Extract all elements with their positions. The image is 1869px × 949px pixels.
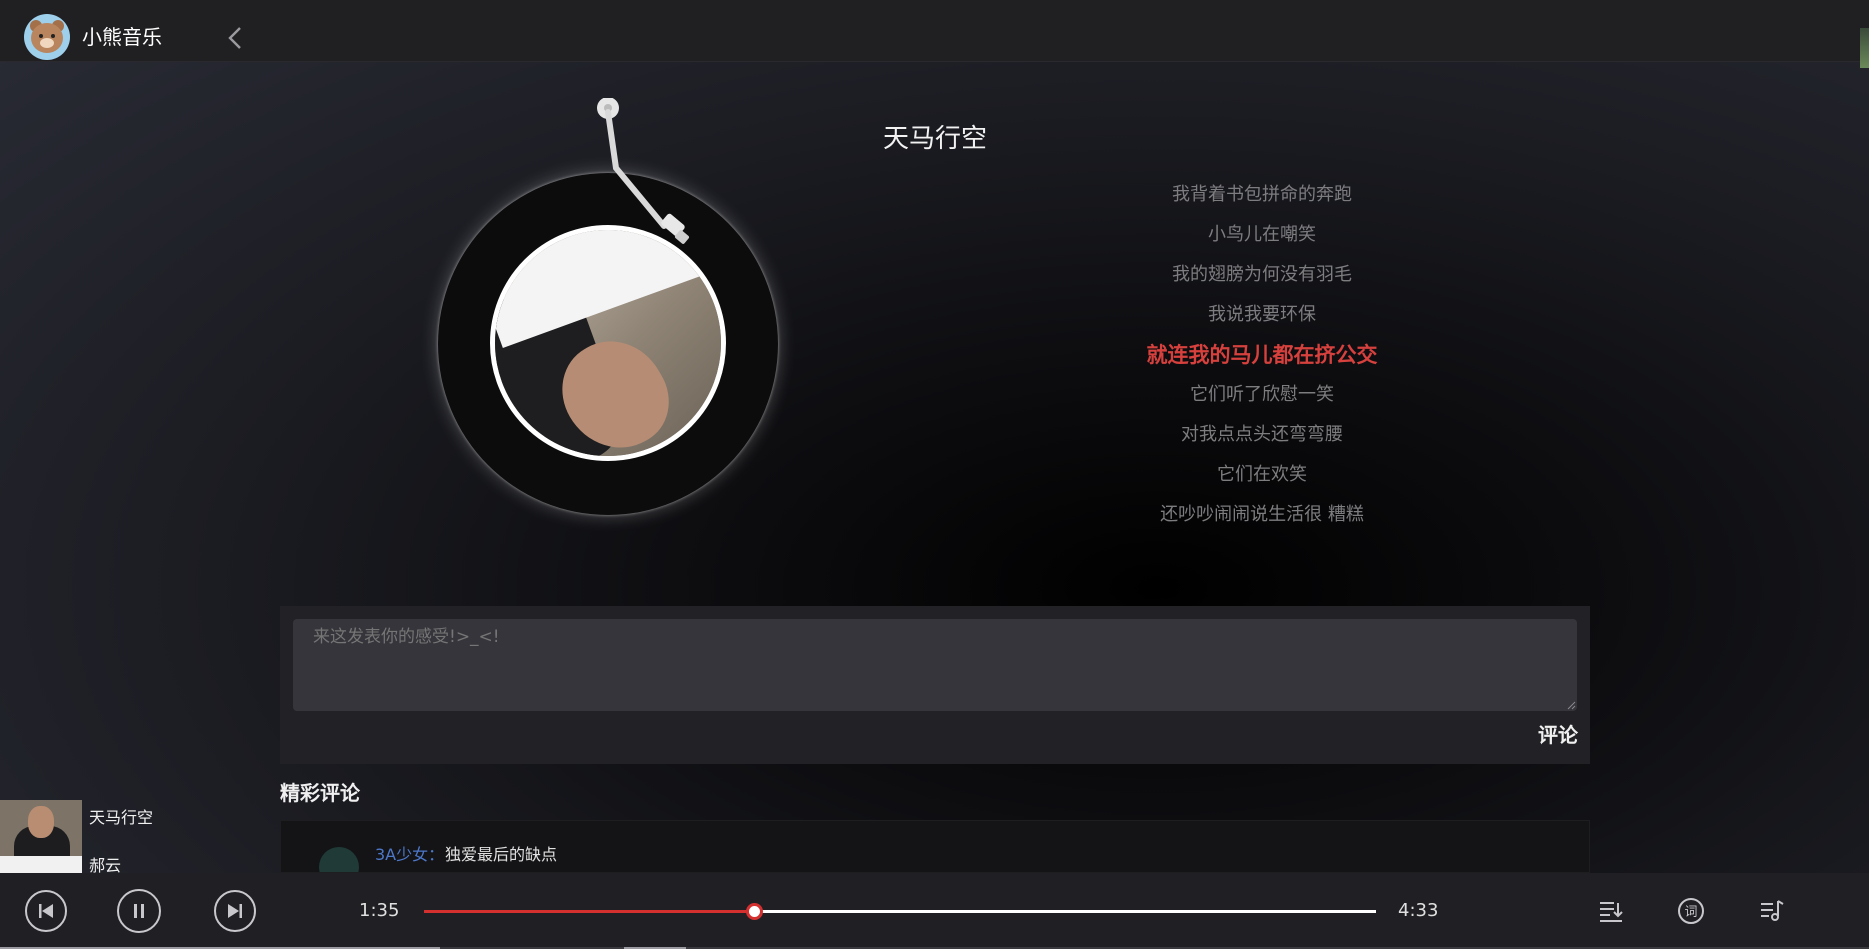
mini-playlist-title: 郝云 [89, 856, 122, 873]
skip-next-icon [228, 904, 242, 918]
lyrics-panel: 我背着书包拼命的奔跑 小鸟儿在嘲笑 我的翅膀为何没有羽毛 我说我要环保 就连我的马儿都在… [1062, 180, 1462, 540]
lyric-line[interactable]: 小鸟儿在嘲笑 [1062, 220, 1462, 260]
lyric-line[interactable]: 还吵吵闹闹说生活很 糟糕 [1062, 500, 1462, 540]
pause-icon [134, 904, 144, 918]
lyric-line[interactable]: 对我点点头还弯弯腰 [1062, 420, 1462, 460]
lyrics-icon[interactable]: 词 [1677, 897, 1705, 925]
total-time: 4:33 [1398, 900, 1439, 921]
comment-text: 独爱最后的缺点 [445, 845, 558, 864]
comment-input[interactable] [293, 619, 1577, 711]
album-cover [490, 225, 726, 461]
lyric-line[interactable]: 我说我要环保 [1062, 300, 1462, 340]
mini-album-thumb [0, 800, 82, 856]
skip-next-button[interactable] [214, 890, 256, 932]
comment-submit-button[interactable]: 评论 [1538, 722, 1578, 748]
mini-album-thumb [0, 856, 82, 873]
mini-playlist-title: 天马行空 [89, 808, 154, 827]
player-bar: 1:35 4:33 词 [0, 873, 1869, 949]
music-queue-icon[interactable] [1757, 897, 1785, 925]
lyric-line[interactable]: 我背着书包拼命的奔跑 [1062, 180, 1462, 220]
progress-fill [424, 910, 756, 913]
mini-playlist-item[interactable]: 郝云 [0, 856, 270, 873]
progress-slider[interactable] [424, 903, 1376, 920]
comment-username[interactable]: 3A少女： [375, 845, 444, 865]
comment-panel: 评论 [280, 606, 1590, 764]
skip-previous-icon [39, 904, 53, 918]
song-title: 天马行空 [883, 124, 988, 154]
resize-grip-icon[interactable] [1566, 700, 1576, 710]
bear-avatar-icon[interactable] [24, 14, 70, 60]
app-header: 小熊音乐 [0, 0, 1869, 68]
mini-playlist-item[interactable]: 天马行空 [0, 800, 270, 856]
hot-comments-list: 3A少女： 独爱最后的缺点 [280, 820, 1590, 873]
progress-handle[interactable] [746, 903, 764, 920]
avatar[interactable] [319, 847, 359, 872]
svg-text:词: 词 [1684, 905, 1697, 920]
app-title: 小熊音乐 [82, 25, 162, 49]
scrollbar[interactable] [1860, 28, 1869, 68]
skip-previous-button[interactable] [25, 890, 67, 932]
tonearm-icon [597, 98, 689, 244]
playlist-icon[interactable] [1596, 897, 1624, 925]
current-time: 1:35 [359, 900, 400, 921]
lyric-line[interactable]: 它们听了欣慰一笑 [1062, 380, 1462, 420]
chevron-left-icon[interactable] [226, 26, 246, 50]
lyric-line-active[interactable]: 就连我的马儿都在挤公交 [1062, 340, 1462, 380]
pause-button[interactable] [117, 889, 161, 933]
hot-comments-title: 精彩评论 [280, 781, 360, 805]
lyric-line[interactable]: 我的翅膀为何没有羽毛 [1062, 260, 1462, 300]
lyric-line[interactable]: 它们在欢笑 [1062, 460, 1462, 500]
